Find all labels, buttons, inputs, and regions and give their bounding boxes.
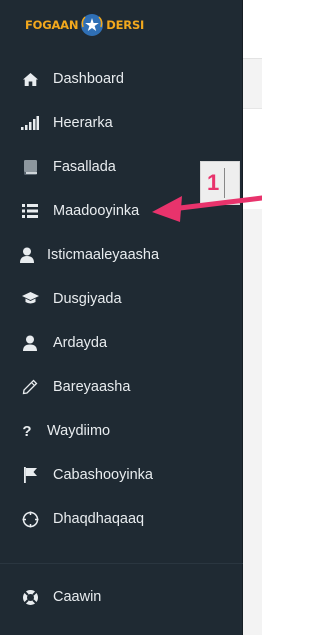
question-icon: ? [22,422,32,440]
flag-icon [21,466,39,484]
book-icon [21,158,39,176]
app-logo[interactable]: FOGAAN DERSI [25,12,144,38]
user-icon [18,246,36,264]
sidebar-item-label: Caawin [53,589,102,605]
person-icon [21,334,39,352]
sidebar-item-dhaqdhaqaaq[interactable]: Dhaqdhaqaaq [0,500,243,538]
sidebar-item-dashboard[interactable]: Dashboard [0,60,243,98]
sidebar-item-heerarka[interactable]: Heerarka [0,104,243,142]
list-icon [21,202,39,220]
main-content-edge [243,0,262,635]
sidebar-item-ardayda[interactable]: Ardayda [0,324,243,362]
emblem-icon [81,14,104,36]
signal-bars-icon [21,114,39,132]
logo-text-right: DERSI [106,18,145,32]
sidebar-item-label: Maadooyinka [53,203,140,219]
sidebar-item-label: Isticmaaleyaasha [47,247,160,263]
sidebar-item-cabashooyinka[interactable]: Cabashooyinka [0,456,243,494]
annotation-arrow-icon [152,195,262,222]
sidebar-item-isticmaaleyaasha[interactable]: Isticmaaleyaasha [0,236,243,274]
sidebar-item-waydiimo[interactable]: ? Waydiimo [0,412,243,450]
sidebar-item-label: Heerarka [53,115,113,131]
sidebar-item-dusgiyada[interactable]: Dusgiyada [0,280,243,318]
pencil-icon [21,378,39,396]
sidebar-item-label: Dashboard [53,71,124,87]
sidebar: FOGAAN DERSI Dashboard Heerarka Fasallad… [0,0,243,635]
sidebar-item-label: Ardayda [53,335,108,351]
sidebar-item-label: Bareyaasha [53,379,131,395]
top-bar-edge [243,0,262,59]
sidebar-item-label: Dhaqdhaqaaq [53,511,145,527]
life-ring-icon [21,588,39,606]
sidebar-item-bareyaasha[interactable]: Bareyaasha [0,368,243,406]
sidebar-divider [0,563,243,564]
logo-text-left: FOGAAN [25,18,79,32]
sidebar-item-label: Dusgiyada [53,291,122,307]
graduation-cap-icon [21,290,39,308]
sidebar-item-label: Waydiimo [47,423,111,439]
home-icon [21,70,39,88]
sidebar-item-label: Fasallada [53,159,116,175]
sidebar-item-caawin[interactable]: Caawin [0,578,243,616]
crosshair-icon [21,510,39,528]
sidebar-item-label: Cabashooyinka [53,467,153,483]
